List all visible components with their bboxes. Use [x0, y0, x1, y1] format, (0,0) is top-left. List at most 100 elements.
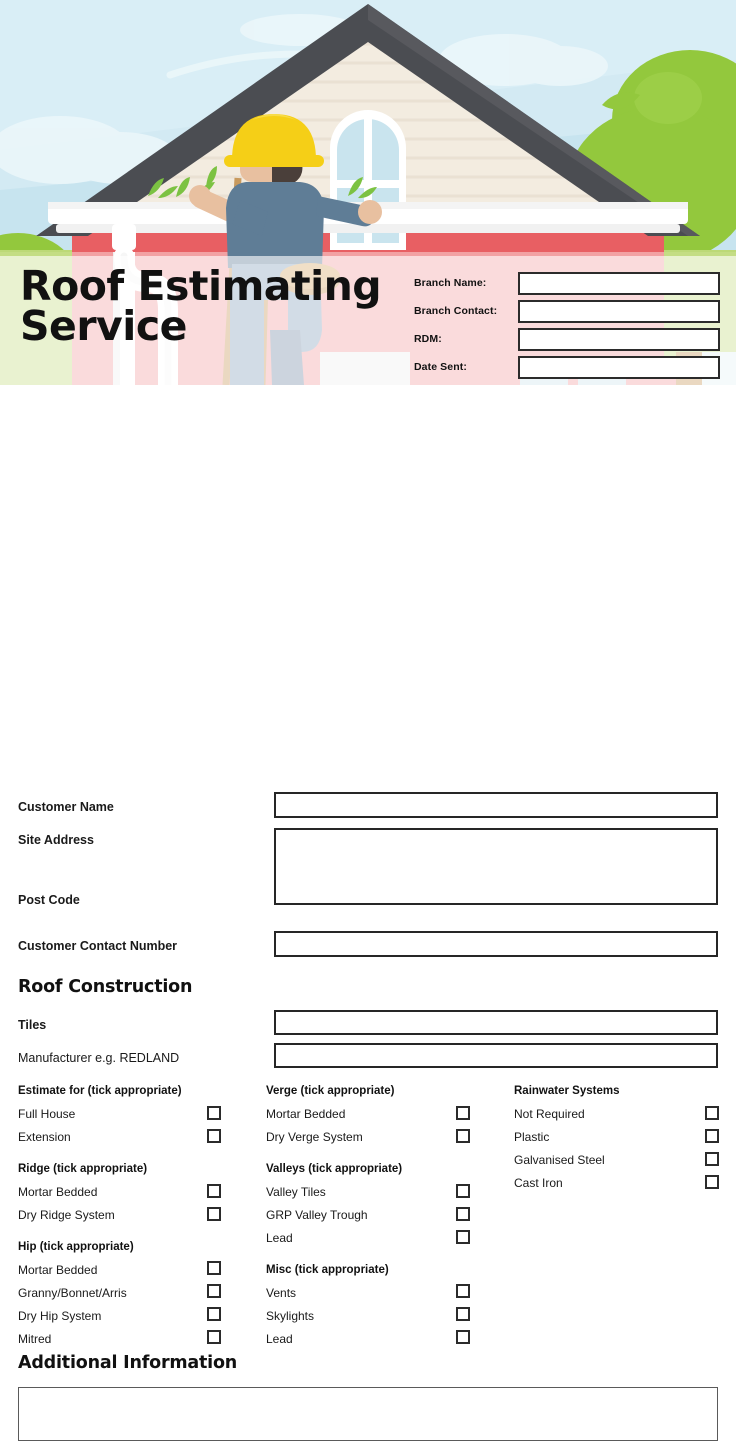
post-code-label: Post Code: [18, 893, 80, 907]
checkbox-row-plastic[interactable]: Plastic: [514, 1126, 736, 1149]
checkbox-grp-valley-trough[interactable]: [456, 1206, 470, 1221]
checkbox-label-ridge-mortar-bedded: Mortar Bedded: [18, 1185, 98, 1200]
date-sent-input[interactable]: [518, 355, 720, 379]
checkbox-row-verge-mortar-bedded[interactable]: Mortar Bedded: [266, 1103, 498, 1126]
page-title-line2: Service: [20, 302, 187, 351]
date-sent-label: Date Sent:: [414, 361, 467, 373]
checkbox-row-vents[interactable]: Vents: [266, 1281, 498, 1304]
checkbox-skylights[interactable]: [456, 1307, 470, 1322]
rdm-label: RDM:: [414, 333, 442, 345]
checkbox-granny-bonnet-arris[interactable]: [207, 1284, 221, 1299]
checkbox-plastic[interactable]: [705, 1128, 719, 1143]
checkbox-label-grp-valley-trough: GRP Valley Trough: [266, 1208, 368, 1223]
customer-contact-number-input[interactable]: [274, 931, 718, 957]
checkbox-row-valleys-lead[interactable]: Lead: [266, 1227, 498, 1250]
branch-name-row: Branch Name:: [414, 270, 724, 296]
group-heading-hip: Hip (tick appropriate): [18, 1240, 134, 1253]
branch-contact-input[interactable]: [518, 299, 720, 323]
checkbox-label-misc-lead: Lead: [266, 1331, 293, 1346]
checkbox-row-valley-tiles[interactable]: Valley Tiles: [266, 1181, 498, 1204]
checkbox-valleys-lead[interactable]: [456, 1229, 470, 1244]
checkbox-row-dry-ridge-system[interactable]: Dry Ridge System: [18, 1204, 250, 1227]
site-address-input[interactable]: [274, 828, 718, 905]
checkbox-label-galvanised-steel: Galvanised Steel: [514, 1153, 605, 1168]
group-heading-rainwater-systems: Rainwater Systems: [514, 1085, 620, 1097]
site-address-label: Site Address: [18, 833, 94, 847]
checkbox-label-dry-hip-system: Dry Hip System: [18, 1308, 102, 1323]
checkbox-label-dry-ridge-system: Dry Ridge System: [18, 1208, 115, 1223]
customer-name-label: Customer Name: [18, 800, 114, 814]
group-heading-ridge: Ridge (tick appropriate): [18, 1162, 148, 1175]
checkbox-vents[interactable]: [456, 1284, 470, 1299]
checkbox-row-mitred[interactable]: Mitred: [18, 1327, 250, 1350]
checkbox-valley-tiles[interactable]: [456, 1183, 470, 1198]
checkbox-verge-mortar-bedded[interactable]: [456, 1105, 470, 1120]
checkbox-extension[interactable]: [207, 1128, 221, 1143]
checkbox-misc-lead[interactable]: [456, 1330, 470, 1345]
checkbox-label-not-required: Not Required: [514, 1107, 585, 1122]
date-sent-row: Date Sent:: [414, 354, 724, 380]
checkbox-row-grp-valley-trough[interactable]: GRP Valley Trough: [266, 1204, 498, 1227]
rdm-input[interactable]: [518, 327, 720, 351]
checkbox-column-verge-valleys-misc: Verge (tick appropriate) Mortar Bedded D…: [266, 1085, 498, 1350]
checkbox-dry-ridge-system[interactable]: [207, 1206, 221, 1221]
checkbox-galvanised-steel[interactable]: [705, 1151, 719, 1166]
checkbox-row-granny-bonnet-arris[interactable]: Granny/Bonnet/Arris: [18, 1281, 250, 1304]
checkbox-row-misc-lead[interactable]: Lead: [266, 1327, 498, 1350]
customer-contact-number-label: Customer Contact Number: [18, 939, 178, 953]
checkbox-dry-verge-system[interactable]: [456, 1128, 470, 1143]
tiles-label: Tiles: [18, 1018, 47, 1032]
checkbox-column-rainwater-systems: Rainwater Systems Not Required Plastic G…: [514, 1085, 736, 1195]
checkbox-dry-hip-system[interactable]: [207, 1307, 221, 1322]
rdm-row: RDM:: [414, 326, 724, 352]
checkbox-label-verge-mortar-bedded: Mortar Bedded: [266, 1107, 346, 1122]
roof-construction-heading: Roof Construction: [18, 977, 193, 997]
checkbox-label-vents: Vents: [266, 1285, 297, 1300]
checkbox-row-galvanised-steel[interactable]: Galvanised Steel: [514, 1149, 736, 1172]
checkbox-label-extension: Extension: [18, 1130, 71, 1145]
checkbox-label-mitred: Mitred: [18, 1331, 52, 1346]
branch-contact-row: Branch Contact:: [414, 298, 724, 324]
checkbox-row-hip-mortar-bedded[interactable]: Mortar Bedded: [18, 1258, 250, 1281]
manufacturer-input[interactable]: [274, 1043, 718, 1068]
checkbox-label-plastic: Plastic: [514, 1130, 550, 1145]
checkbox-label-valley-tiles: Valley Tiles: [266, 1185, 326, 1200]
checkbox-row-extension[interactable]: Extension: [18, 1126, 250, 1149]
checkbox-cast-iron[interactable]: [705, 1174, 719, 1189]
additional-information-heading: Additional Information: [18, 1353, 238, 1373]
branch-contact-label: Branch Contact:: [414, 305, 498, 317]
checkbox-label-full-house: Full House: [18, 1107, 76, 1122]
group-heading-estimate-for: Estimate for (tick appropriate): [18, 1085, 182, 1097]
checkbox-full-house[interactable]: [207, 1105, 221, 1120]
branch-details-group: Branch Name: Branch Contact: RDM: Date S…: [414, 270, 724, 382]
tiles-input[interactable]: [274, 1010, 718, 1035]
checkbox-label-hip-mortar-bedded: Mortar Bedded: [18, 1262, 98, 1277]
checkbox-label-skylights: Skylights: [266, 1308, 315, 1323]
group-heading-valleys: Valleys (tick appropriate): [266, 1162, 403, 1175]
page-title: Roof Estimating Service: [20, 266, 410, 347]
checkbox-label-cast-iron: Cast Iron: [514, 1176, 563, 1191]
header-illustration-banner: Roof Estimating Service Branch Name: Bran…: [0, 0, 736, 385]
checkbox-row-skylights[interactable]: Skylights: [266, 1304, 498, 1327]
checkbox-row-cast-iron[interactable]: Cast Iron: [514, 1172, 736, 1195]
checkbox-label-dry-verge-system: Dry Verge System: [266, 1130, 363, 1145]
manufacturer-label: Manufacturer e.g. REDLAND: [18, 1051, 180, 1065]
checkbox-row-not-required[interactable]: Not Required: [514, 1103, 736, 1126]
group-heading-verge: Verge (tick appropriate): [266, 1085, 395, 1097]
branch-name-input[interactable]: [518, 271, 720, 295]
checkbox-row-dry-verge-system[interactable]: Dry Verge System: [266, 1126, 498, 1149]
checkbox-mitred[interactable]: [207, 1330, 221, 1345]
checkbox-row-dry-hip-system[interactable]: Dry Hip System: [18, 1304, 250, 1327]
checkbox-label-valleys-lead: Lead: [266, 1231, 293, 1246]
checkbox-hip-mortar-bedded[interactable]: [207, 1261, 221, 1276]
checkbox-label-granny-bonnet-arris: Granny/Bonnet/Arris: [18, 1285, 127, 1300]
checkbox-column-estimate-ridge-hip: Estimate for (tick appropriate) Full Hou…: [18, 1085, 250, 1350]
branch-name-label: Branch Name:: [414, 277, 487, 289]
additional-information-input[interactable]: [18, 1387, 718, 1441]
checkbox-not-required[interactable]: [705, 1105, 719, 1120]
checkbox-ridge-mortar-bedded[interactable]: [207, 1183, 221, 1198]
checkbox-row-full-house[interactable]: Full House: [18, 1103, 250, 1126]
group-heading-misc: Misc (tick appropriate): [266, 1263, 389, 1276]
checkbox-row-ridge-mortar-bedded[interactable]: Mortar Bedded: [18, 1181, 250, 1204]
customer-name-input[interactable]: [274, 792, 718, 818]
